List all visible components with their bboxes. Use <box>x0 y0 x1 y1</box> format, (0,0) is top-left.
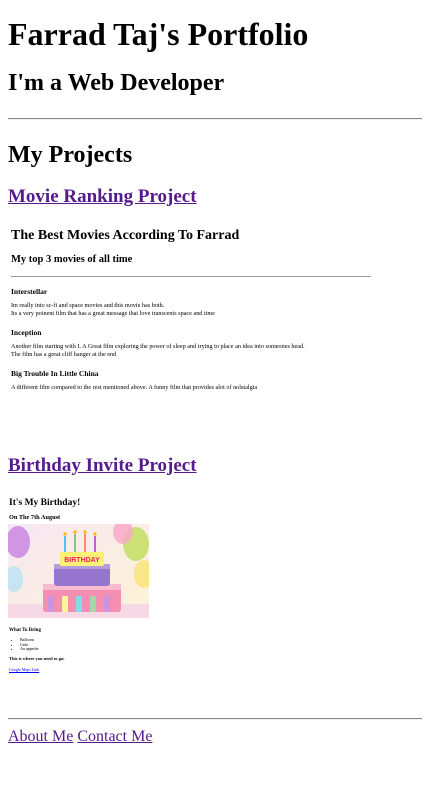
thumb-movie-2-line-1: Another film starting with I. A Great fi… <box>11 343 305 350</box>
thumb-movie-1-desc: Im really into sc-fi and space movies an… <box>8 296 378 318</box>
thumb-where-text: This is where you need to go: <box>9 655 65 661</box>
about-me-link[interactable]: About Me <box>8 728 73 745</box>
thumb-movie-3-name: Big Trouble In Little China <box>11 369 99 378</box>
thumb-movie-1-line-2: Its a very poinent film that has a great… <box>11 310 215 317</box>
movie-ranking-thumbnail[interactable]: The Best Movies According To Farrad My t… <box>8 222 378 412</box>
movie-ranking-link[interactable]: Movie Ranking Project <box>8 186 197 207</box>
birthday-invite-thumbnail[interactable]: It's My Birthday! On The 7th August BIRT… <box>5 498 168 698</box>
portfolio-page: Farrad Taj's Portfolio I'm a Web Develop… <box>0 0 430 746</box>
thumb-movie-3-desc: A different film compared to the rest me… <box>8 378 378 392</box>
project-birthday-invite: Birthday Invite Project It's My Birthday… <box>5 455 422 698</box>
thumb-birthday-heading: It's My Birthday! <box>9 498 81 508</box>
cake-topper-text: BIRTHDAY <box>64 557 100 564</box>
page-title: Farrad Taj's Portfolio <box>8 16 309 52</box>
footer-nav: About Me Contact Me <box>8 720 422 746</box>
thumb-map-link-wrapper: Google Maps Link <box>8 662 168 672</box>
page-subtitle: I'm a Web Developer <box>8 70 225 96</box>
thumb-movies-heading: The Best Movies According To Farrad <box>11 228 240 243</box>
project-title-birthday-invite: Birthday Invite Project <box>8 455 422 477</box>
thumb-movie-1-name: Interstellar <box>11 287 48 296</box>
thumb-movie-1-line-1: Im really into sc-fi and space movies an… <box>11 302 165 309</box>
thumb-bring-list: Balloons Cake An appetite <box>8 637 168 652</box>
thumb-movie-3-line-1: A different film compared to the rest me… <box>11 384 258 391</box>
thumb-movie-2-line-2: The film has a great cliff hanger at the… <box>11 351 117 358</box>
projects-heading: My Projects <box>8 142 133 168</box>
birthday-invite-link[interactable]: Birthday Invite Project <box>8 455 197 476</box>
thumb-movie-2-name: Inception <box>11 328 42 337</box>
thumb-birthday-date: On The 7th August <box>9 514 61 521</box>
thumb-movies-subheading: My top 3 movies of all time <box>11 254 133 265</box>
thumb-bring-heading: What To Bring <box>9 628 41 633</box>
cake-image: BIRTHDAY <box>5 520 154 618</box>
google-maps-link[interactable]: Google Maps Link <box>9 667 39 672</box>
contact-me-link[interactable]: Contact Me <box>77 728 152 745</box>
thumb-movie-2-desc: Another film starting with I. A Great fi… <box>8 337 378 359</box>
project-movie-ranking: Movie Ranking Project The Best Movies Ac… <box>8 169 422 412</box>
project-title-movie-ranking: Movie Ranking Project <box>8 169 422 208</box>
